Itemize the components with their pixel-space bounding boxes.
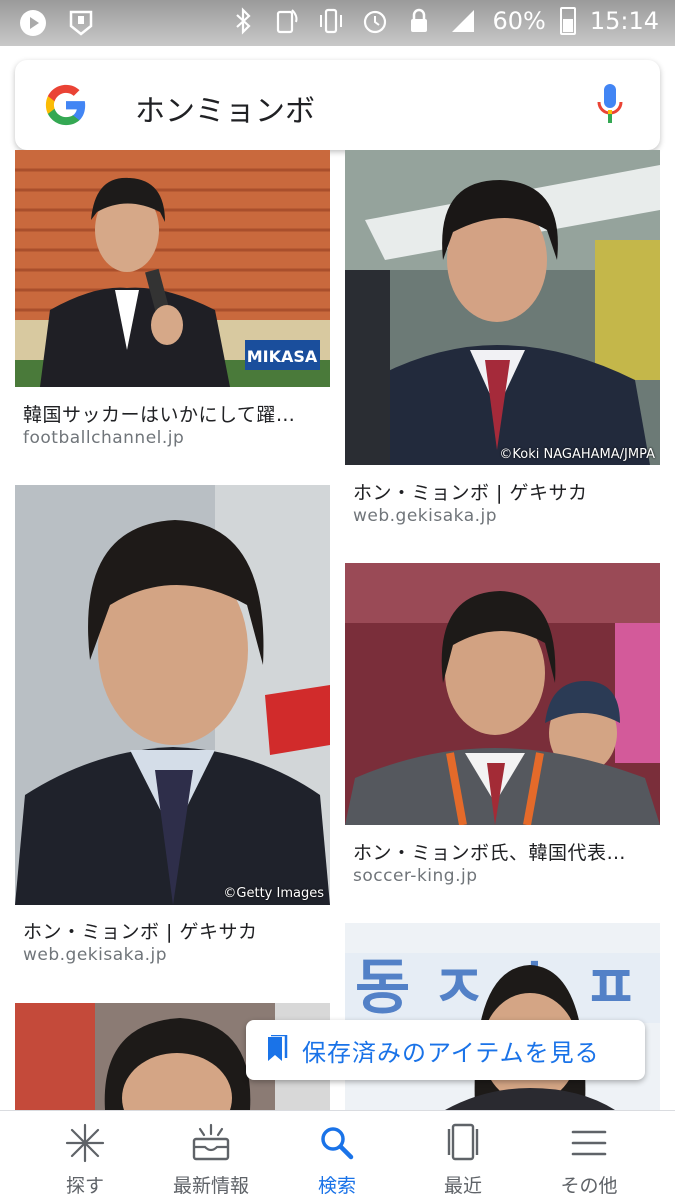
- tab-search[interactable]: 検索: [272, 1121, 402, 1197]
- google-logo: [45, 84, 86, 126]
- result-source: web.gekisaka.jp: [353, 506, 498, 526]
- clock: 15:14: [589, 7, 659, 35]
- battery-percent: 60%: [492, 7, 546, 35]
- recent-icon: [447, 1123, 479, 1161]
- bottom-nav: 探す 最新情報 検索 最近 その他: [0, 1110, 675, 1200]
- image-credit: ©Getty Images: [223, 886, 324, 901]
- mikasa-logo: MIKASA: [247, 347, 318, 366]
- updates-icon: [192, 1123, 230, 1161]
- tab-recent[interactable]: 最近: [398, 1121, 528, 1197]
- result-source: footballchannel.jp: [23, 428, 185, 448]
- lock-icon: [411, 8, 428, 32]
- signal-icon: [452, 10, 475, 32]
- bluetooth-icon: [236, 7, 252, 35]
- result-title[interactable]: ホン・ミョンボ | ゲキサカ: [353, 478, 653, 505]
- result-image[interactable]: 동 ㅈ 스 ㅍ: [345, 923, 660, 1110]
- image-credit: ©Koki NAGAHAMA/JMPA: [499, 447, 655, 462]
- saved-items-label: 保存済みのアイテムを見る: [302, 1038, 600, 1067]
- result-source: web.gekisaka.jp: [23, 945, 168, 965]
- result-image[interactable]: [345, 563, 660, 825]
- alarm-icon: [364, 10, 387, 34]
- tab-label: 最新情報: [172, 1175, 249, 1197]
- tab-label: 最近: [443, 1175, 482, 1197]
- bookmark-icon: [268, 1035, 288, 1061]
- result-title[interactable]: ホン・ミョンボ氏、韓国代表…: [353, 838, 653, 865]
- tab-more[interactable]: その他: [524, 1121, 654, 1197]
- sparkle-icon: [65, 1123, 105, 1163]
- result-image[interactable]: ©Getty Images: [15, 485, 330, 905]
- tab-label: その他: [560, 1175, 618, 1197]
- search-icon: [321, 1127, 354, 1160]
- status-bar: 60% 15:14: [0, 0, 675, 46]
- result-title[interactable]: ホン・ミョンボ | ゲキサカ: [23, 917, 323, 944]
- tab-discover[interactable]: 探す: [20, 1121, 150, 1197]
- result-image[interactable]: ©Koki NAGAHAMA/JMPA: [345, 150, 660, 465]
- notification-icon: [69, 10, 93, 36]
- tab-label: 探す: [65, 1175, 104, 1197]
- mic-icon[interactable]: [596, 82, 624, 128]
- play-icon: [20, 10, 46, 36]
- view-saved-items-button[interactable]: 保存済みのアイテムを見る: [246, 1020, 645, 1080]
- nfc-icon: [277, 9, 298, 34]
- battery-icon: [559, 7, 576, 35]
- result-source: soccer-king.jp: [353, 866, 478, 886]
- vibrate-icon: [320, 8, 343, 34]
- result-image[interactable]: MIKASA: [15, 150, 330, 387]
- tab-updates[interactable]: 最新情報: [146, 1121, 276, 1197]
- menu-icon: [571, 1130, 607, 1156]
- tab-label: 検索: [317, 1175, 356, 1197]
- search-query[interactable]: ホンミョンボ: [135, 86, 315, 130]
- result-title[interactable]: 韓国サッカーはいかにして躍…: [23, 400, 323, 427]
- search-box[interactable]: ホンミョンボ: [15, 60, 660, 150]
